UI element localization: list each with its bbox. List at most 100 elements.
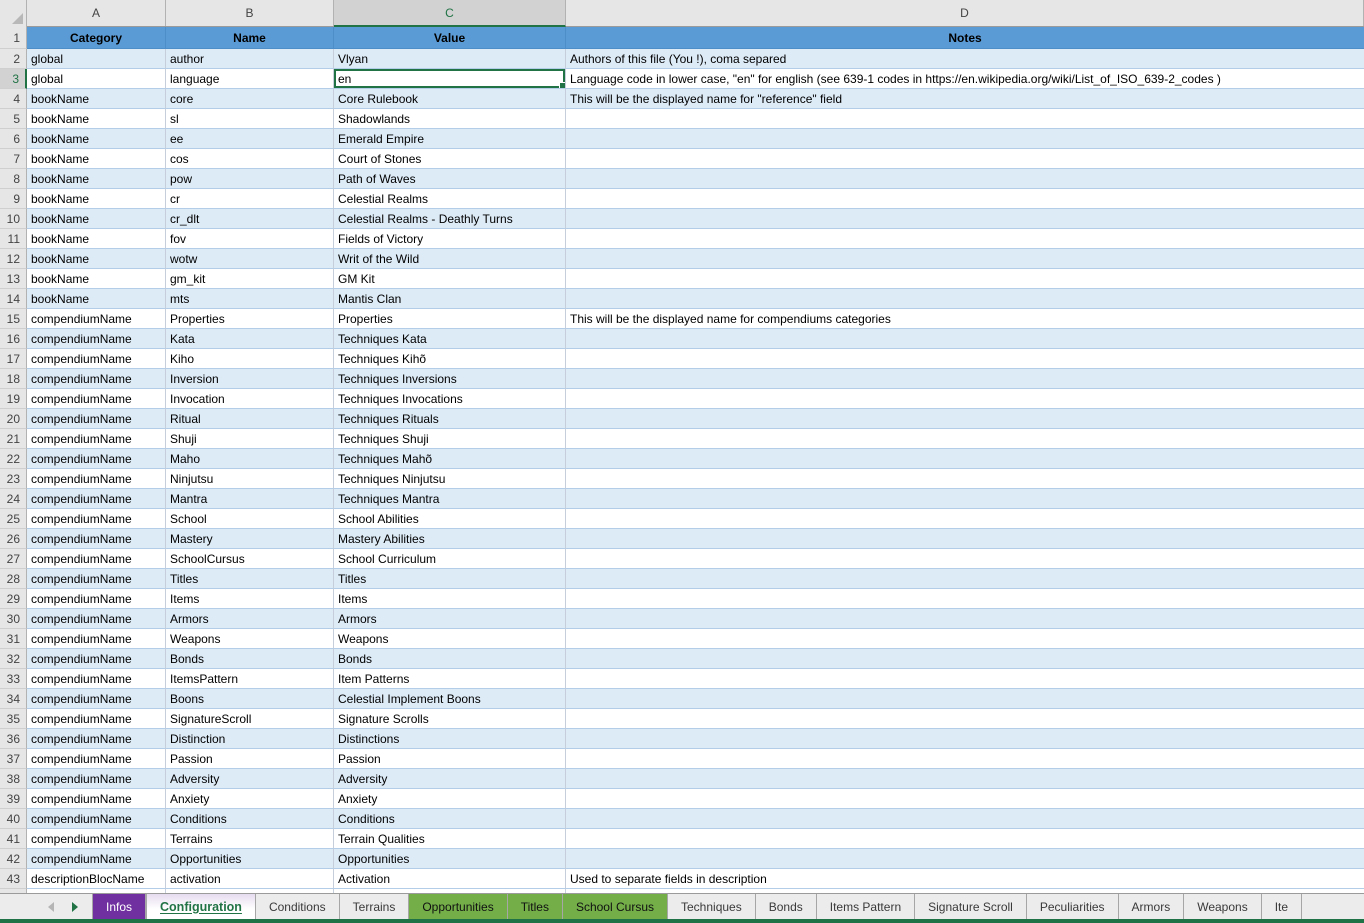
- cell-B23[interactable]: Ninjutsu: [166, 469, 334, 489]
- cell-B14[interactable]: mts: [166, 289, 334, 309]
- cell-D20[interactable]: [566, 409, 1364, 429]
- cell-C28[interactable]: Titles: [334, 569, 566, 589]
- cell-B44[interactable]: [166, 889, 334, 893]
- cell-D31[interactable]: [566, 629, 1364, 649]
- cell-D44[interactable]: [566, 889, 1364, 893]
- cell-A39[interactable]: compendiumName: [27, 789, 166, 809]
- cell-A38[interactable]: compendiumName: [27, 769, 166, 789]
- cell-C5[interactable]: Shadowlands: [334, 109, 566, 129]
- cell-B24[interactable]: Mantra: [166, 489, 334, 509]
- cell-C38[interactable]: Adversity: [334, 769, 566, 789]
- cell-D5[interactable]: [566, 109, 1364, 129]
- sheet-tab-terrains[interactable]: Terrains: [340, 894, 410, 919]
- cell-A5[interactable]: bookName: [27, 109, 166, 129]
- cell-A3[interactable]: global: [27, 69, 166, 89]
- cell-A21[interactable]: compendiumName: [27, 429, 166, 449]
- cell-D33[interactable]: [566, 669, 1364, 689]
- cell-B40[interactable]: Conditions: [166, 809, 334, 829]
- sheet-tab-bonds[interactable]: Bonds: [756, 894, 817, 919]
- sheet-tab-titles[interactable]: Titles: [508, 894, 563, 919]
- cell-A25[interactable]: compendiumName: [27, 509, 166, 529]
- row-header-33[interactable]: 33: [0, 669, 27, 689]
- row-header-37[interactable]: 37: [0, 749, 27, 769]
- cell-C35[interactable]: Signature Scrolls: [334, 709, 566, 729]
- cell-A33[interactable]: compendiumName: [27, 669, 166, 689]
- cell-A34[interactable]: compendiumName: [27, 689, 166, 709]
- sheet-tab-conditions[interactable]: Conditions: [256, 894, 340, 919]
- cell-A18[interactable]: compendiumName: [27, 369, 166, 389]
- cell-D14[interactable]: [566, 289, 1364, 309]
- cell-C24[interactable]: Techniques Mantra: [334, 489, 566, 509]
- cell-B18[interactable]: Inversion: [166, 369, 334, 389]
- cell-B8[interactable]: pow: [166, 169, 334, 189]
- cell-D24[interactable]: [566, 489, 1364, 509]
- cell-C39[interactable]: Anxiety: [334, 789, 566, 809]
- row-header-4[interactable]: 4: [0, 89, 27, 109]
- column-header-B[interactable]: B: [166, 0, 334, 26]
- cell-C16[interactable]: Techniques Kata: [334, 329, 566, 349]
- sheet-tab-signature-scroll[interactable]: Signature Scroll: [915, 894, 1027, 919]
- cell-C31[interactable]: Weapons: [334, 629, 566, 649]
- row-header-1[interactable]: 1: [0, 27, 27, 49]
- cell-B3[interactable]: language: [166, 69, 334, 89]
- cell-C13[interactable]: GM Kit: [334, 269, 566, 289]
- cell-C41[interactable]: Terrain Qualities: [334, 829, 566, 849]
- cell-A41[interactable]: compendiumName: [27, 829, 166, 849]
- row-header-32[interactable]: 32: [0, 649, 27, 669]
- cell-D18[interactable]: [566, 369, 1364, 389]
- cell-A40[interactable]: compendiumName: [27, 809, 166, 829]
- cell-A31[interactable]: compendiumName: [27, 629, 166, 649]
- cell-D10[interactable]: [566, 209, 1364, 229]
- row-header-25[interactable]: 25: [0, 509, 27, 529]
- cell-B20[interactable]: Ritual: [166, 409, 334, 429]
- row-header-24[interactable]: 24: [0, 489, 27, 509]
- row-header-16[interactable]: 16: [0, 329, 27, 349]
- cell-B26[interactable]: Mastery: [166, 529, 334, 549]
- cell-C36[interactable]: Distinctions: [334, 729, 566, 749]
- cell-A7[interactable]: bookName: [27, 149, 166, 169]
- row-header-40[interactable]: 40: [0, 809, 27, 829]
- row-header-18[interactable]: 18: [0, 369, 27, 389]
- row-header-3[interactable]: 3: [0, 69, 27, 89]
- cell-B41[interactable]: Terrains: [166, 829, 334, 849]
- row-header-19[interactable]: 19: [0, 389, 27, 409]
- cell-D38[interactable]: [566, 769, 1364, 789]
- cell-C21[interactable]: Techniques Shuji: [334, 429, 566, 449]
- row-header-6[interactable]: 6: [0, 129, 27, 149]
- row-header-28[interactable]: 28: [0, 569, 27, 589]
- cell-C44[interactable]: [334, 889, 566, 893]
- cell-B36[interactable]: Distinction: [166, 729, 334, 749]
- cell-C10[interactable]: Celestial Realms - Deathly Turns: [334, 209, 566, 229]
- cell-B21[interactable]: Shuji: [166, 429, 334, 449]
- cell-C2[interactable]: Vlyan: [334, 49, 566, 69]
- cell-B6[interactable]: ee: [166, 129, 334, 149]
- cell-C37[interactable]: Passion: [334, 749, 566, 769]
- cell-D30[interactable]: [566, 609, 1364, 629]
- cell-C7[interactable]: Court of Stones: [334, 149, 566, 169]
- cell-C40[interactable]: Conditions: [334, 809, 566, 829]
- cell-D32[interactable]: [566, 649, 1364, 669]
- cell-B16[interactable]: Kata: [166, 329, 334, 349]
- cell-B39[interactable]: Anxiety: [166, 789, 334, 809]
- cell-B29[interactable]: Items: [166, 589, 334, 609]
- cell-B4[interactable]: core: [166, 89, 334, 109]
- cell-C22[interactable]: Techniques Mahõ: [334, 449, 566, 469]
- cell-B43[interactable]: activation: [166, 869, 334, 889]
- cell-C18[interactable]: Techniques Inversions: [334, 369, 566, 389]
- cell-A16[interactable]: compendiumName: [27, 329, 166, 349]
- cell-D2[interactable]: Authors of this file (You !), coma separ…: [566, 49, 1364, 69]
- cell-C33[interactable]: Item Patterns: [334, 669, 566, 689]
- row-header-26[interactable]: 26: [0, 529, 27, 549]
- row-header-12[interactable]: 12: [0, 249, 27, 269]
- cell-A30[interactable]: compendiumName: [27, 609, 166, 629]
- cell-B30[interactable]: Armors: [166, 609, 334, 629]
- cell-C23[interactable]: Techniques Ninjutsu: [334, 469, 566, 489]
- header-cell-C1[interactable]: Value: [334, 27, 566, 49]
- row-header-9[interactable]: 9: [0, 189, 27, 209]
- cell-A26[interactable]: compendiumName: [27, 529, 166, 549]
- row-header-27[interactable]: 27: [0, 549, 27, 569]
- cell-C6[interactable]: Emerald Empire: [334, 129, 566, 149]
- cell-B5[interactable]: sl: [166, 109, 334, 129]
- cell-A44[interactable]: [27, 889, 166, 893]
- cell-C25[interactable]: School Abilities: [334, 509, 566, 529]
